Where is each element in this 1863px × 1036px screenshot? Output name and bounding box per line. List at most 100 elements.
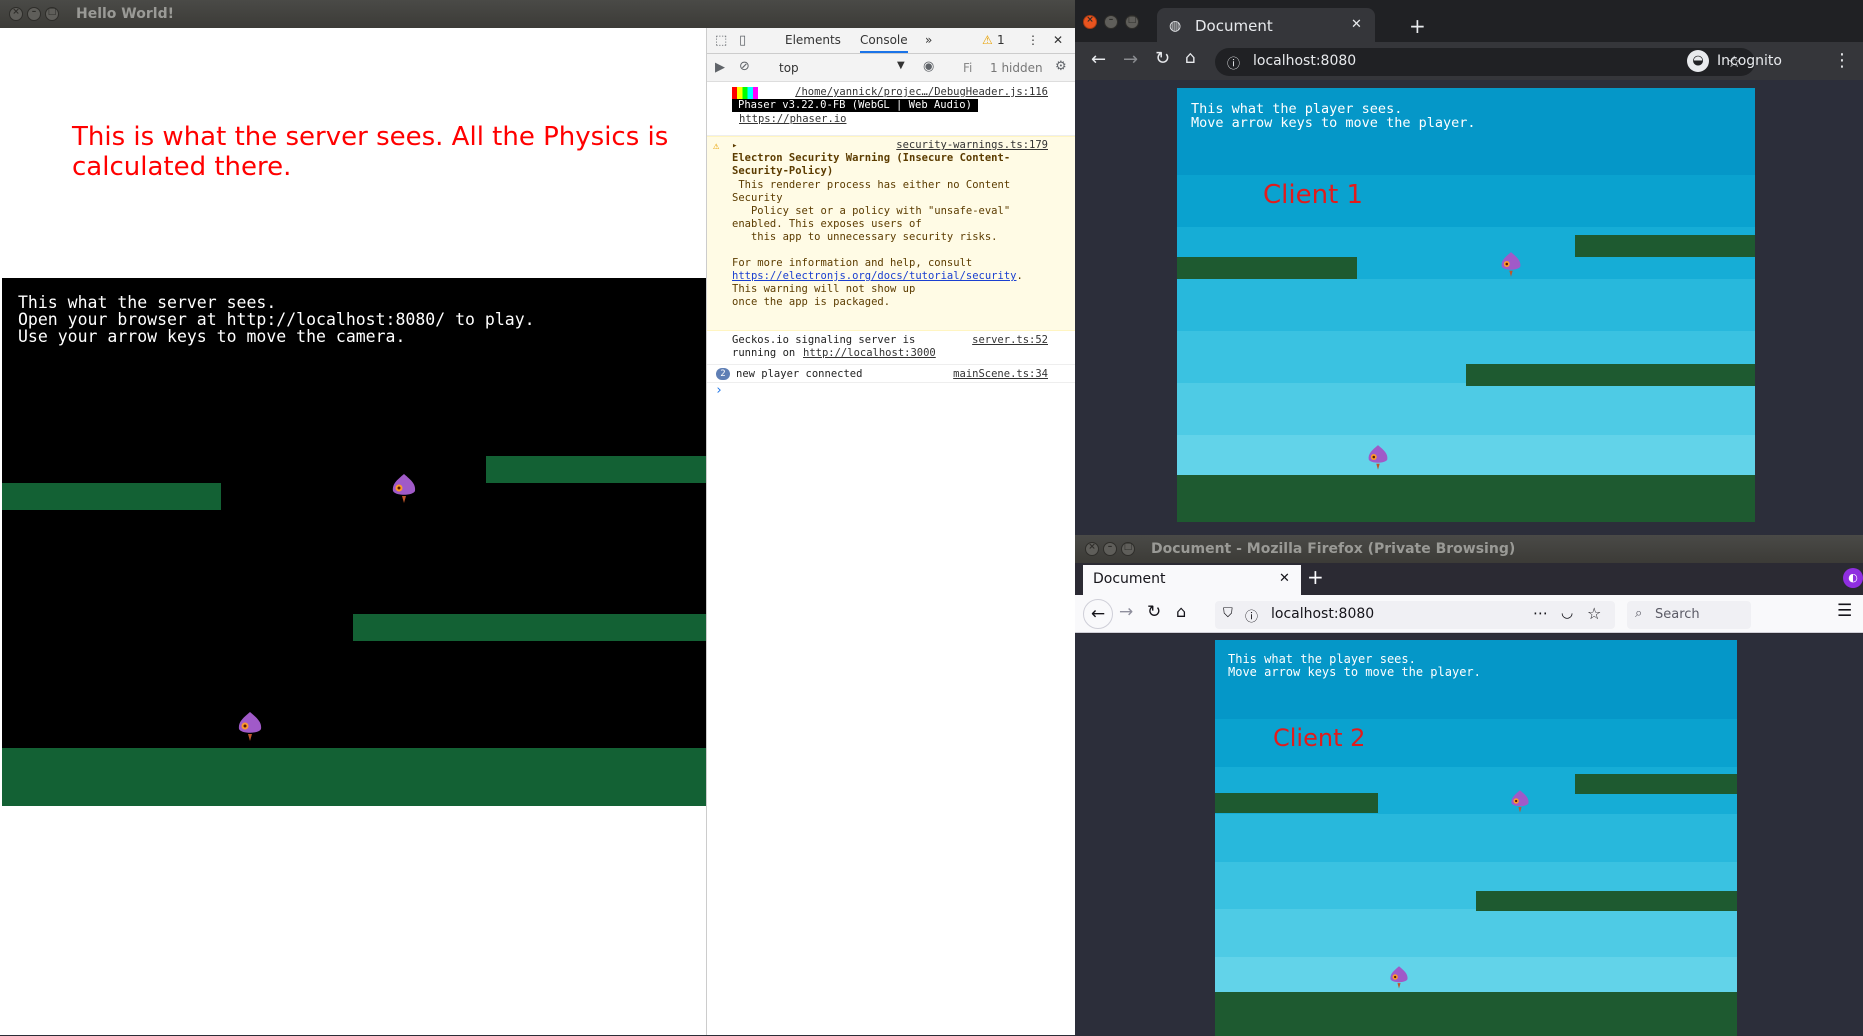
sky-band bbox=[1177, 383, 1755, 436]
eye-icon[interactable]: ◉ bbox=[923, 59, 934, 74]
log-source-link[interactable]: server.ts:52 bbox=[972, 334, 1048, 347]
reload-icon[interactable]: ↻ bbox=[1147, 602, 1161, 622]
minimize-icon[interactable]: – bbox=[1104, 15, 1118, 29]
new-tab-icon[interactable]: + bbox=[1409, 14, 1426, 38]
warning-more-info: For more information and help, consult bbox=[732, 257, 973, 269]
log-source-link[interactable]: mainScene.ts:34 bbox=[953, 368, 1048, 381]
chrome-window: × – □ ◍ Document ✕ + ← → ↻ ⌂ ⓘ localhost… bbox=[1075, 0, 1863, 535]
client1-game-canvas[interactable]: This what the player sees. Move arrow ke… bbox=[1177, 88, 1755, 522]
home-icon[interactable]: ⌂ bbox=[1176, 602, 1186, 621]
tab-console[interactable]: Console bbox=[860, 33, 908, 53]
close-tab-icon[interactable]: ✕ bbox=[1279, 571, 1290, 586]
link-suffix: . bbox=[1016, 270, 1023, 282]
sky-band bbox=[1177, 278, 1755, 332]
platform bbox=[1575, 774, 1737, 794]
window-title: Hello World! bbox=[76, 6, 174, 22]
star-icon[interactable]: ☆ bbox=[1587, 604, 1601, 623]
security-docs-link[interactable]: https://electronjs.org/docs/tutorial/sec… bbox=[732, 270, 1016, 282]
sky-band bbox=[1215, 909, 1737, 957]
menu-icon[interactable]: ☰ bbox=[1837, 601, 1852, 621]
console-warning-security: ⚠ ▸ security-warnings.ts:179 Electron Se… bbox=[707, 136, 1076, 331]
close-icon[interactable]: ✕ bbox=[1053, 33, 1063, 47]
server-heading: This is what the server sees. All the Ph… bbox=[72, 122, 669, 182]
client-label: Client 1 bbox=[1263, 180, 1364, 210]
minimize-icon[interactable]: – bbox=[1103, 542, 1117, 556]
console-toolbar: ▶ ⊘ top ▼ ◉ Fi 1 hidden ⚙ bbox=[707, 54, 1076, 82]
warning-icon[interactable]: ⚠ bbox=[982, 33, 993, 47]
back-icon[interactable]: ← bbox=[1091, 49, 1106, 70]
sprite-icon bbox=[1511, 790, 1529, 813]
sprite-icon bbox=[1390, 966, 1408, 989]
platform bbox=[1575, 235, 1755, 257]
sprite-icon bbox=[1501, 252, 1521, 277]
close-icon[interactable]: × bbox=[1083, 15, 1097, 29]
clear-console-icon[interactable]: ⊘ bbox=[739, 59, 750, 74]
close-tab-icon[interactable]: ✕ bbox=[1351, 17, 1362, 32]
game-info-text: This what the player sees. Move arrow ke… bbox=[1191, 101, 1476, 131]
close-icon[interactable]: × bbox=[1085, 542, 1099, 556]
game-info-text: This what the server sees. Open your bro… bbox=[18, 293, 535, 346]
inspect-icon[interactable]: ⬚ bbox=[715, 33, 727, 48]
more-tabs-button[interactable]: » bbox=[925, 33, 932, 47]
back-icon[interactable]: ← bbox=[1083, 599, 1113, 629]
home-icon[interactable]: ⌂ bbox=[1185, 48, 1196, 68]
incognito-badge[interactable]: ◒ Incognito bbox=[1687, 48, 1837, 76]
shield-icon[interactable]: ⛉ bbox=[1223, 606, 1233, 621]
incognito-icon: ◒ bbox=[1687, 50, 1709, 72]
log-source-link[interactable]: security-warnings.ts:179 bbox=[896, 139, 1048, 152]
platform bbox=[2, 483, 221, 510]
client2-game-canvas[interactable]: This what the player sees. Move arrow ke… bbox=[1215, 640, 1737, 1036]
context-select[interactable]: top bbox=[779, 61, 799, 75]
search-icon: ⌕ bbox=[1635, 606, 1643, 621]
forward-icon[interactable]: → bbox=[1119, 602, 1133, 622]
forward-icon[interactable]: → bbox=[1123, 49, 1138, 70]
maximize-icon[interactable]: □ bbox=[1125, 15, 1139, 29]
chevron-down-icon[interactable]: ▼ bbox=[897, 60, 905, 71]
sprite-icon bbox=[1368, 445, 1388, 470]
new-tab-icon[interactable]: + bbox=[1307, 565, 1324, 589]
firefox-tab[interactable]: Document ✕ bbox=[1083, 565, 1301, 595]
address-bar[interactable]: ⛉ ⓘ localhost:8080 ⋯ ◡ ☆ bbox=[1215, 601, 1615, 629]
ground bbox=[2, 748, 706, 806]
info-icon[interactable]: ⓘ bbox=[1245, 606, 1258, 625]
maximize-icon[interactable]: □ bbox=[45, 7, 59, 21]
sprite-icon bbox=[392, 474, 416, 503]
window-title: Document - Mozilla Firefox (Private Brow… bbox=[1151, 541, 1516, 557]
gear-icon[interactable]: ⚙ bbox=[1055, 59, 1067, 74]
server-game-canvas[interactable]: This what the server sees. Open your bro… bbox=[2, 278, 706, 806]
devtools-panel: ⬚ ▯ Elements Console » ⚠ 1 ⋮ ✕ ▶ ⊘ top ▼… bbox=[706, 28, 1076, 1035]
minimize-icon[interactable]: – bbox=[27, 7, 41, 21]
sprite-icon bbox=[238, 712, 262, 741]
phaser-link[interactable]: https://phaser.io bbox=[739, 113, 846, 126]
log-source-link[interactable]: /home/yannick/projec…/DebugHeader.js:116 bbox=[795, 86, 1048, 99]
console-prompt[interactable]: › bbox=[707, 384, 1076, 400]
firefox-titlebar: × – □ Document - Mozilla Firefox (Privat… bbox=[1075, 535, 1863, 563]
info-icon[interactable]: ⓘ bbox=[1227, 53, 1240, 72]
hidden-count: 1 hidden bbox=[990, 61, 1043, 75]
device-icon[interactable]: ▯ bbox=[739, 33, 746, 48]
kebab-icon[interactable]: ⋮ bbox=[1833, 50, 1851, 71]
client-label: Client 2 bbox=[1273, 724, 1366, 752]
warning-title: Electron Security Warning (Insecure Cont… bbox=[732, 152, 1011, 177]
warning-body: This renderer process has either no Cont… bbox=[732, 179, 1011, 243]
filter-input[interactable]: Fi bbox=[963, 61, 972, 75]
url-text: localhost:8080 bbox=[1253, 53, 1357, 69]
game-info-text: This what the player sees. Move arrow ke… bbox=[1228, 652, 1481, 679]
maximize-icon[interactable]: □ bbox=[1121, 542, 1135, 556]
kebab-icon[interactable]: ⋮ bbox=[1027, 33, 1039, 47]
firefox-window: × – □ Document - Mozilla Firefox (Privat… bbox=[1075, 535, 1863, 1036]
sidebar-toggle-icon[interactable]: ▶ bbox=[715, 60, 725, 75]
address-bar[interactable]: ⓘ localhost:8080 ☆ bbox=[1215, 48, 1755, 76]
geckos-link[interactable]: http://localhost:3000 bbox=[803, 347, 936, 360]
devtools-tabbar: ⬚ ▯ Elements Console » ⚠ 1 ⋮ ✕ bbox=[707, 28, 1076, 54]
close-icon[interactable]: × bbox=[9, 7, 23, 21]
player-log-text: new player connected bbox=[736, 368, 863, 380]
reload-icon[interactable]: ↻ bbox=[1155, 48, 1170, 69]
page-actions-icon[interactable]: ⋯ bbox=[1533, 604, 1548, 622]
warning-footer: This warning will not show up once the a… bbox=[732, 283, 916, 308]
search-input[interactable]: ⌕ Search bbox=[1627, 601, 1751, 629]
pocket-icon[interactable]: ◡ bbox=[1561, 605, 1573, 621]
warning-count[interactable]: 1 bbox=[997, 33, 1005, 47]
tab-elements[interactable]: Elements bbox=[785, 33, 841, 47]
console-log-phaser: /home/yannick/projec…/DebugHeader.js:116… bbox=[707, 84, 1076, 136]
